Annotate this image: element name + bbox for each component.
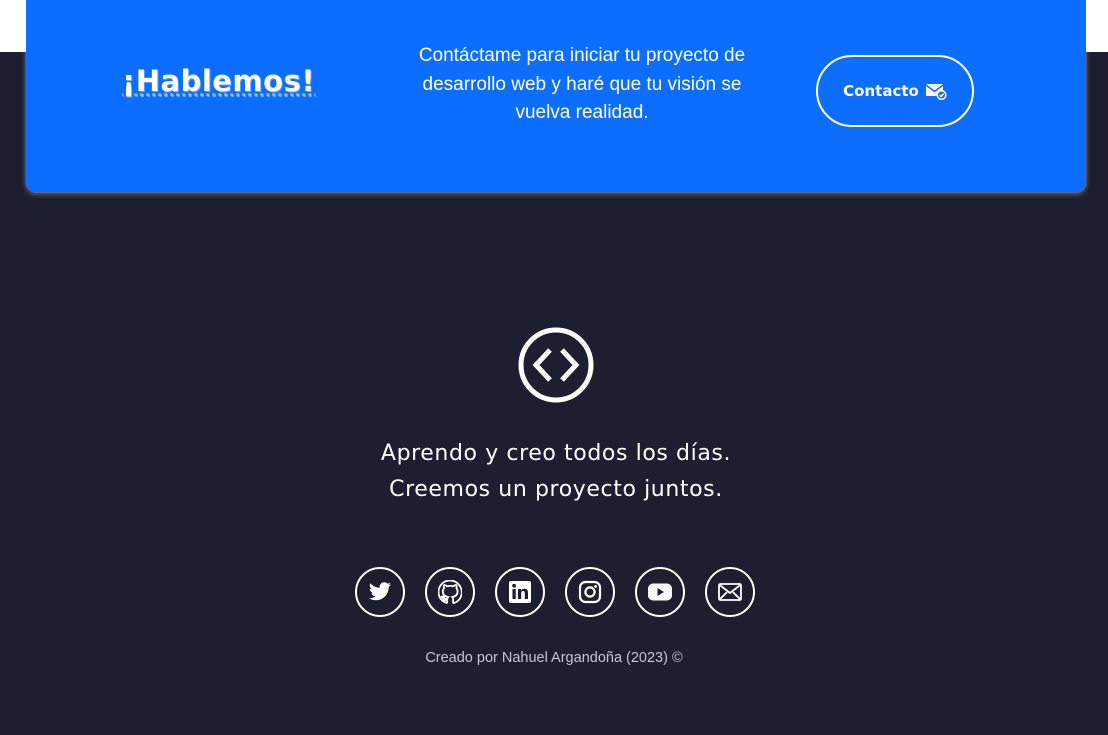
contact-button[interactable]: Contacto [816,55,974,127]
cta-title: ¡Hablemos! [122,64,316,98]
twitter-icon [368,582,392,602]
instagram-link[interactable] [565,567,615,617]
tagline-line-1: Aprendo y creo todos los días. [380,441,732,466]
contact-button-label: Contacto [843,82,919,100]
github-link[interactable] [425,567,475,617]
footer-credit: Creado por Nahuel Argandoña (2023) © [425,650,683,666]
youtube-icon [647,582,673,602]
cta-card: ¡Hablemos! Contáctame para iniciar tu pr… [26,0,1086,192]
tagline-line-2: Creemos un proyecto juntos. [389,477,723,502]
mail-icon [718,583,742,601]
email-link[interactable] [705,567,755,617]
tagline: Aprendo y creo todos los días. Creemos u… [304,436,808,508]
twitter-link[interactable] [355,567,405,617]
youtube-link[interactable] [635,567,685,617]
code-brackets-icon [517,326,595,404]
github-icon [438,580,462,604]
mail-check-icon [925,82,947,100]
instagram-icon [578,580,602,604]
linkedin-icon [508,580,532,604]
cta-text: Contáctame para iniciar tu proyecto de d… [418,45,746,123]
linkedin-link[interactable] [495,567,545,617]
social-links [355,567,757,619]
